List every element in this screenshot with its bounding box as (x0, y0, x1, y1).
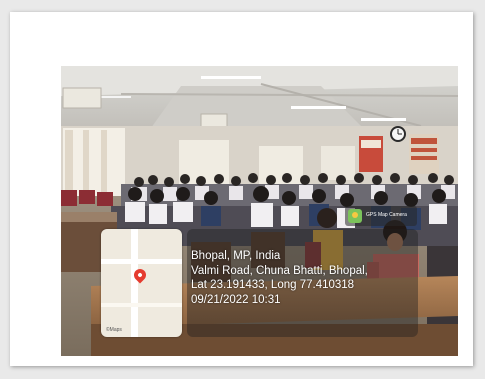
map-road (101, 303, 182, 307)
photo-frame: ©Maps GPS Map Camera Bhopal, MP, India V… (10, 12, 473, 366)
map-thumbnail[interactable]: ©Maps (101, 229, 182, 337)
location-coordinates: Lat 23.191433, Long 77.410318 (191, 279, 355, 291)
gps-map-camera-badge: GPS Map Camera (345, 206, 417, 226)
location-text: Bhopal, MP, India Valmi Road, Chuna Bhat… (191, 249, 413, 307)
location-city: Bhopal, MP, India (191, 250, 281, 262)
map-road (101, 259, 182, 264)
map-road (131, 229, 138, 337)
map-attribution: ©Maps (106, 327, 122, 333)
gps-badge-label: GPS Map Camera (366, 212, 407, 218)
seminar-photo: ©Maps GPS Map Camera Bhopal, MP, India V… (61, 66, 458, 356)
location-timestamp: 09/21/2022 10:31 (191, 293, 281, 306)
gps-camera-app-icon (348, 209, 362, 223)
location-address: Valmi Road, Chuna Bhatti, Bhopal, (191, 264, 368, 277)
